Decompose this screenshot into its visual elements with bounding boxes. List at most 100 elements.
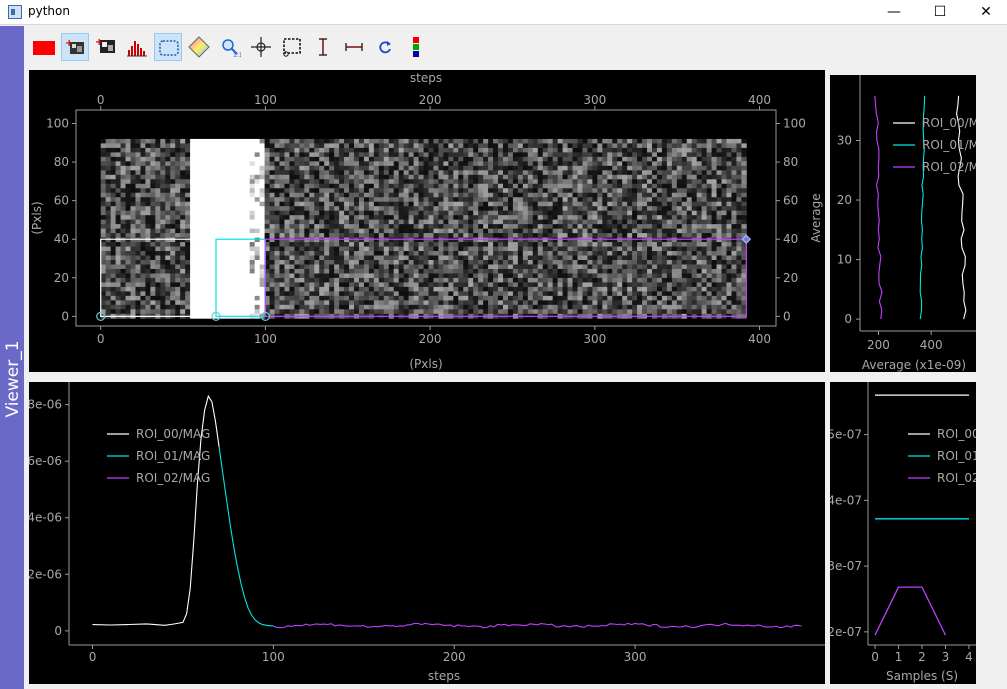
- image-pixel: [622, 277, 628, 283]
- image-pixel: [592, 179, 598, 185]
- image-pixel: [269, 273, 275, 279]
- vertical-range-icon[interactable]: [309, 33, 337, 61]
- image-pixel: [334, 147, 340, 153]
- image-2d-plot[interactable]: 0010010020020030030040040002040608010002…: [29, 70, 825, 372]
- image-pixel: [448, 237, 454, 243]
- color-bars-icon[interactable]: [402, 33, 430, 61]
- image-pixel: [507, 201, 514, 207]
- image-pixel: [572, 309, 578, 315]
- image-pixel: [383, 201, 390, 207]
- image-pixel: [294, 206, 300, 212]
- zoom-icon[interactable]: 1:1: [216, 33, 244, 61]
- image-pixel: [180, 143, 186, 149]
- image-pixel: [587, 255, 593, 261]
- red-rectangle-icon[interactable]: [30, 33, 58, 61]
- image-pixel: [229, 170, 236, 176]
- image-pixel: [527, 161, 534, 167]
- image-pixel: [448, 188, 454, 194]
- image-pixel: [493, 215, 499, 221]
- image-pixel: [547, 291, 554, 297]
- image-pixel: [205, 170, 211, 176]
- image-pixel: [195, 170, 201, 176]
- image-pixel: [552, 201, 559, 207]
- image-pixel: [418, 277, 424, 283]
- crop-icon[interactable]: [278, 33, 306, 61]
- image-pixel: [527, 295, 534, 301]
- image-pixel: [329, 304, 335, 310]
- image-pixel: [120, 183, 126, 189]
- image-pixel: [647, 224, 653, 229]
- image-icon[interactable]: +: [92, 33, 120, 61]
- image-pixel: [239, 259, 246, 265]
- image-pixel: [403, 215, 410, 221]
- image-pixel: [388, 201, 395, 207]
- rectangle-roi-icon[interactable]: [154, 33, 182, 61]
- image-pixel: [125, 255, 131, 261]
- image-pixel: [547, 219, 554, 225]
- image-pixel: [671, 233, 678, 238]
- image-pixel: [383, 233, 390, 238]
- image-pixel: [180, 282, 186, 288]
- image-pixel: [413, 147, 419, 153]
- image-pixel: [423, 246, 429, 252]
- image-pixel: [547, 264, 554, 270]
- image-pixel: [468, 224, 474, 229]
- histogram-icon[interactable]: [123, 33, 151, 61]
- image-pixel: [299, 224, 305, 229]
- image-pixel: [393, 277, 400, 283]
- image-pixel: [160, 259, 166, 265]
- image-pixel: [219, 264, 226, 270]
- image-pixel: [239, 201, 246, 207]
- image-pixel: [627, 152, 633, 158]
- colormap-icon[interactable]: [185, 33, 213, 61]
- image-pixel: [349, 259, 355, 265]
- image-pixel: [453, 277, 459, 283]
- image-pixel: [309, 138, 315, 144]
- image-pixel: [200, 242, 206, 247]
- image-pixel: [493, 161, 499, 167]
- image-pixel: [110, 188, 117, 194]
- image-pixel: [671, 286, 678, 292]
- image-pixel: [627, 291, 633, 297]
- image-pixel: [671, 259, 678, 265]
- image-pixel: [408, 188, 414, 194]
- image-pixel: [120, 300, 126, 306]
- image-pixel: [562, 224, 568, 229]
- image-pixel: [468, 237, 474, 243]
- image-panel[interactable]: 0 0 100 100 200 200 300 300 400 400 0 20 40 60 80 100 0 2…: [29, 70, 825, 372]
- horizontal-range-icon[interactable]: [340, 33, 368, 61]
- image-pixel: [567, 215, 573, 221]
- image-pixel: [249, 156, 256, 162]
- image-pixel: [637, 143, 643, 149]
- maximize-button[interactable]: ☐: [917, 0, 963, 24]
- image-pixel: [517, 233, 524, 238]
- image-pixel: [522, 300, 529, 306]
- close-button[interactable]: ✕: [963, 0, 1007, 24]
- image-pixel: [205, 192, 211, 198]
- image-pixel: [383, 219, 390, 225]
- image-pixel: [100, 152, 107, 158]
- image-pixel: [691, 300, 698, 306]
- image-pixel: [706, 210, 712, 216]
- image-pixel: [120, 282, 126, 288]
- add-image-roi-icon[interactable]: +: [61, 33, 89, 61]
- image-pixel: [120, 152, 126, 158]
- image-pixel: [299, 156, 305, 162]
- image-pixel: [428, 201, 434, 207]
- image-pixel: [438, 224, 444, 229]
- image-pixel: [200, 291, 206, 297]
- image-pixel: [676, 219, 683, 225]
- image-pixel: [428, 291, 434, 297]
- image-pixel: [622, 237, 628, 243]
- image-pixel: [319, 179, 325, 185]
- image-pixel: [572, 174, 578, 180]
- crosshair-icon[interactable]: [247, 33, 275, 61]
- image-pixel: [701, 224, 708, 229]
- image-pixel: [125, 206, 131, 212]
- image-pixel: [249, 188, 256, 194]
- viewer-tab[interactable]: Viewer_1: [0, 26, 24, 689]
- image-pixel: [214, 233, 221, 238]
- minimize-button[interactable]: —: [871, 0, 917, 24]
- refresh-icon[interactable]: [371, 33, 399, 61]
- image-pixel: [249, 291, 256, 297]
